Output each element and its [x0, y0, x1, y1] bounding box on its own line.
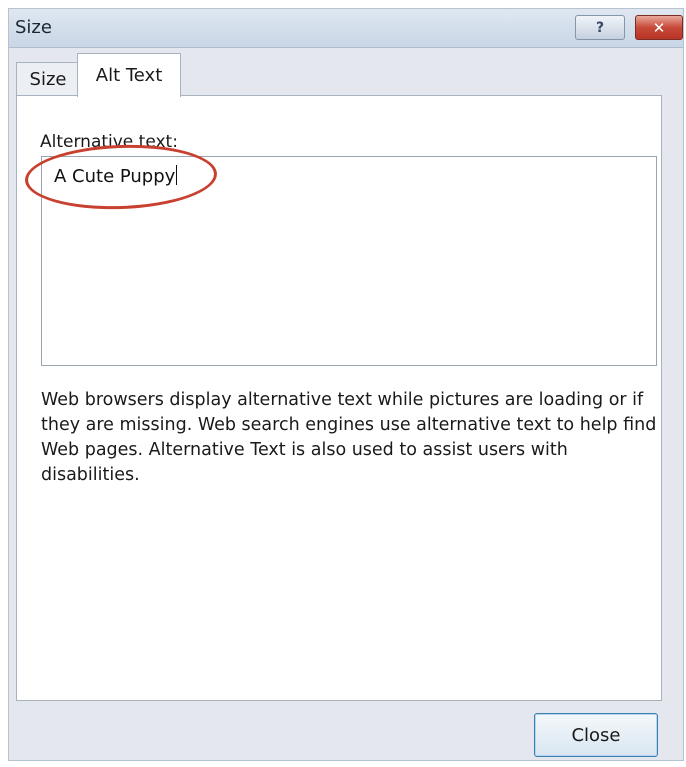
tab-alt-text[interactable]: Alt Text [77, 53, 181, 97]
text-caret [176, 165, 178, 185]
alternative-text-label: Alternative text: [40, 132, 178, 152]
close-icon: ✕ [652, 18, 666, 37]
tab-size-label: Size [29, 69, 67, 90]
alternative-text-input[interactable]: A Cute Puppy [41, 156, 657, 366]
help-button[interactable]: ? [575, 15, 625, 40]
close-button[interactable]: Close [534, 713, 658, 757]
alt-text-value-text: A Cute Puppy [54, 166, 176, 187]
tab-size[interactable]: Size [16, 62, 80, 96]
window-title: Size [15, 17, 52, 38]
title-bar[interactable]: Size ? ✕ [9, 9, 683, 48]
question-icon: ? [595, 19, 605, 36]
alternative-text-value: A Cute Puppy [54, 165, 178, 187]
tab-alt-text-label: Alt Text [95, 65, 163, 86]
alt-text-description: Web browsers display alternative text wh… [41, 390, 657, 485]
window-close-button[interactable]: ✕ [635, 15, 683, 40]
